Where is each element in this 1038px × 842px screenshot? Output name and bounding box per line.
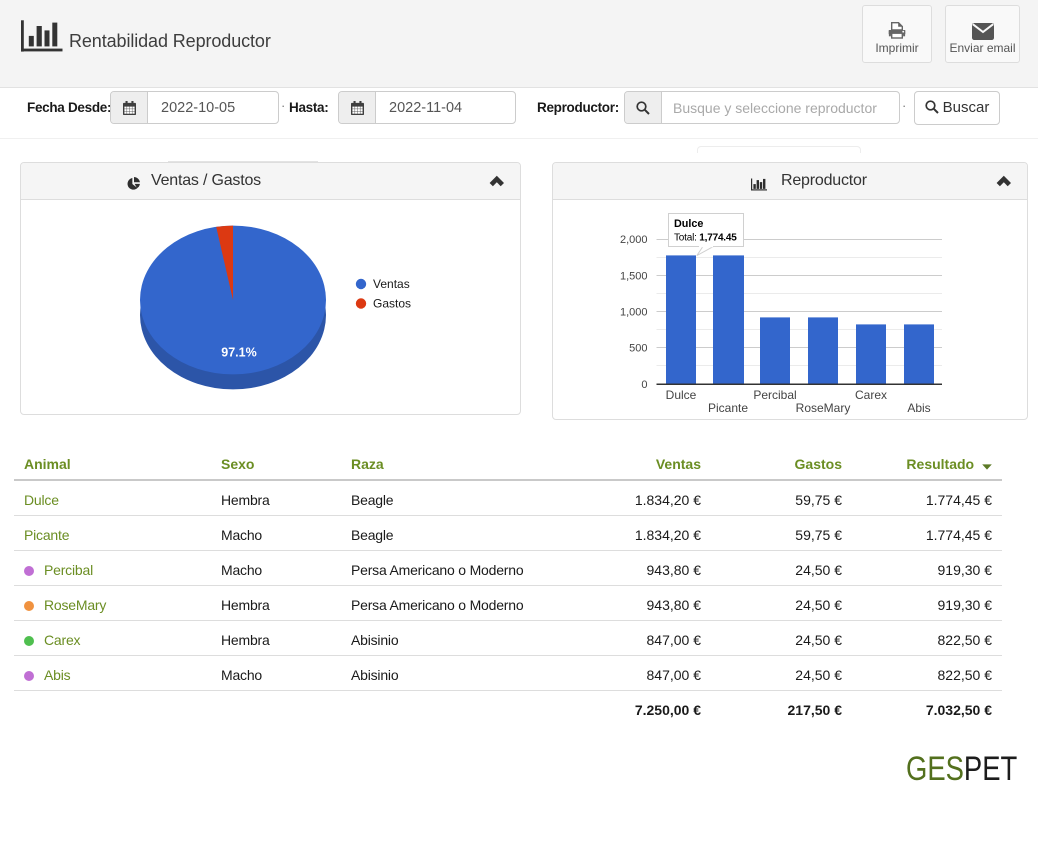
svg-text:0: 0 (641, 379, 647, 391)
svg-text:Percibal: Percibal (753, 388, 796, 402)
svg-text:Abis: Abis (907, 401, 930, 415)
svg-text:Gastos: Gastos (373, 297, 411, 311)
svg-text:1,500: 1,500 (620, 271, 648, 283)
svg-text:Dulce: Dulce (666, 388, 697, 402)
svg-text:Carex: Carex (855, 388, 887, 402)
svg-text:RoseMary: RoseMary (796, 401, 851, 415)
svg-text:Total: 1,774.45: Total: 1,774.45 (674, 233, 737, 244)
svg-text:2,000: 2,000 (620, 234, 648, 246)
svg-text:Ventas: Ventas (373, 277, 410, 291)
svg-text:1,000: 1,000 (620, 307, 648, 319)
svg-text:97.1%: 97.1% (221, 346, 256, 360)
svg-text:500: 500 (629, 343, 647, 355)
svg-text:Dulce: Dulce (674, 218, 703, 230)
svg-text:Picante: Picante (708, 401, 748, 415)
